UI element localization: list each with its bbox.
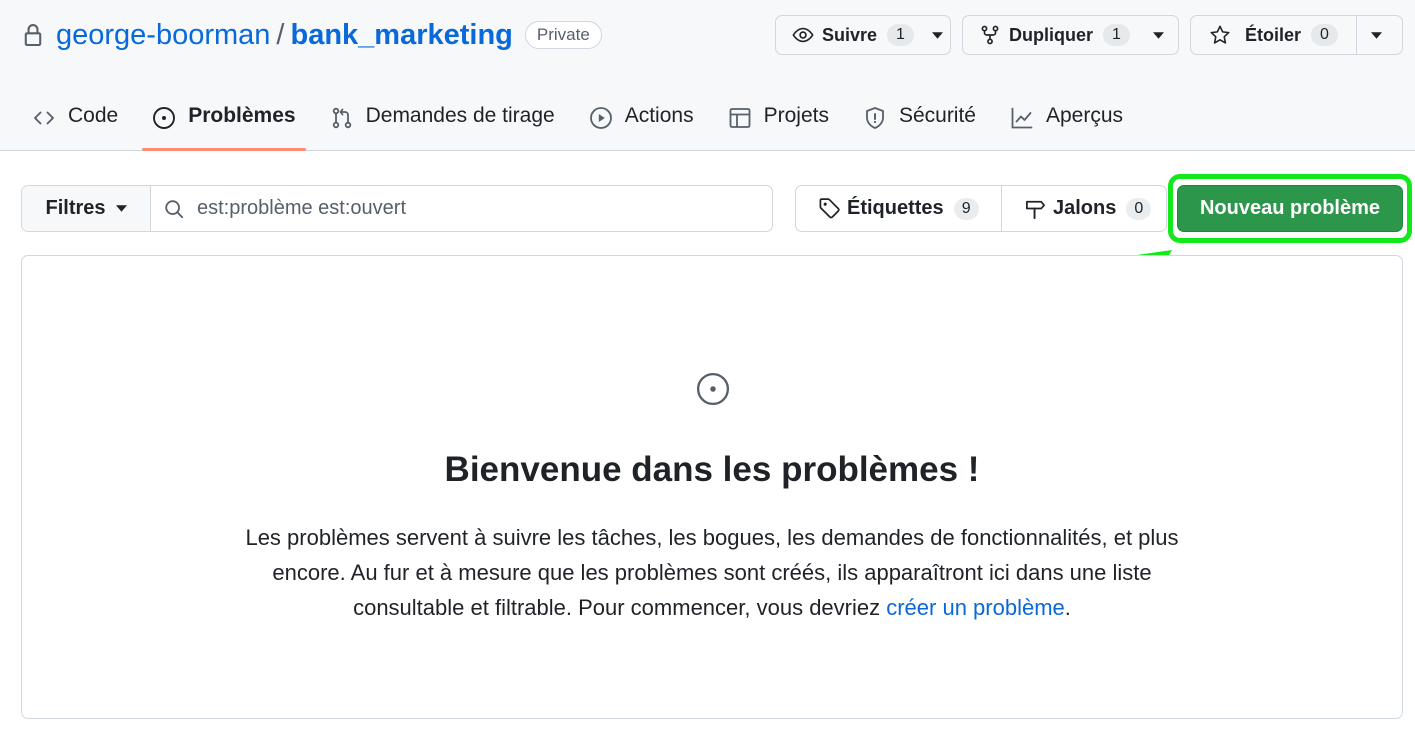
tab-issues[interactable]: Problèmes bbox=[142, 92, 306, 151]
tab-insights-label: Aperçus bbox=[1046, 104, 1124, 127]
new-issue-button[interactable]: Nouveau problème bbox=[1177, 185, 1403, 232]
tab-projects[interactable]: Projets bbox=[718, 92, 839, 150]
repo-forked-icon bbox=[981, 25, 999, 45]
table-icon bbox=[729, 108, 750, 128]
tab-code-label: Code bbox=[68, 104, 119, 127]
labels-count: 9 bbox=[953, 197, 979, 220]
visibility-badge: Private bbox=[524, 21, 602, 49]
tab-security-label: Sécurité bbox=[898, 104, 976, 127]
graph-icon bbox=[1011, 107, 1033, 129]
issue-opened-icon bbox=[696, 372, 730, 406]
tab-insights[interactable]: Aperçus bbox=[1000, 92, 1133, 150]
milestones-button[interactable]: Jalons 0 bbox=[1002, 186, 1166, 231]
create-issue-link[interactable]: créer un problème bbox=[886, 595, 1065, 620]
tab-actions[interactable]: Actions bbox=[579, 92, 704, 150]
repo-title: george-boorman / bank_marketing Private bbox=[22, 14, 602, 56]
issues-filter-bar: Filtres bbox=[21, 185, 773, 232]
filters-label: Filtres bbox=[45, 197, 106, 219]
watch-main[interactable]: Suivre 1 bbox=[776, 16, 926, 54]
star-main[interactable]: Étoiler 0 bbox=[1191, 16, 1356, 54]
chevron-down-icon bbox=[115, 205, 127, 212]
lock-icon bbox=[24, 24, 42, 46]
play-icon bbox=[589, 107, 612, 129]
search-box bbox=[151, 186, 772, 231]
fork-button[interactable]: Dupliquer 1 bbox=[962, 15, 1179, 55]
star-count: 0 bbox=[1311, 24, 1338, 46]
labels-milestones-group: Étiquettes 9 Jalons 0 bbox=[795, 185, 1167, 232]
repo-name-link[interactable]: bank_marketing bbox=[290, 19, 512, 52]
labels-label: Étiquettes bbox=[847, 197, 944, 219]
fork-count: 1 bbox=[1103, 24, 1130, 46]
blankslate-title: Bienvenue dans les problèmes ! bbox=[444, 450, 980, 489]
milestones-count: 0 bbox=[1126, 197, 1152, 220]
watch-button[interactable]: Suivre 1 bbox=[775, 15, 951, 55]
tab-projects-label: Projets bbox=[763, 104, 829, 127]
eye-icon bbox=[792, 27, 814, 43]
milestones-label: Jalons bbox=[1053, 197, 1117, 219]
repo-header: george-boorman / bank_marketing Private … bbox=[0, 0, 1415, 151]
search-icon bbox=[165, 199, 184, 218]
path-separator: / bbox=[276, 18, 285, 51]
shield-icon bbox=[866, 107, 884, 129]
tab-code[interactable]: Code bbox=[22, 92, 128, 150]
code-icon bbox=[34, 111, 54, 125]
repo-owner-link[interactable]: george-boorman bbox=[56, 19, 270, 52]
blankslate-description: Les problèmes servent à suivre les tâche… bbox=[222, 520, 1202, 625]
chevron-down-icon[interactable] bbox=[1147, 16, 1178, 54]
repo-nav-tabs: Code Problèmes Demandes de tirage Action… bbox=[22, 92, 1147, 151]
git-pull-request-icon bbox=[332, 107, 351, 129]
fork-label: Dupliquer bbox=[1009, 24, 1093, 45]
tab-security[interactable]: Sécurité bbox=[853, 92, 986, 150]
issues-blankslate: Bienvenue dans les problèmes ! Les probl… bbox=[21, 255, 1403, 719]
watch-label: Suivre bbox=[822, 24, 878, 45]
watch-count: 1 bbox=[887, 24, 914, 46]
issue-opened-icon bbox=[153, 107, 176, 129]
issues-search-input[interactable] bbox=[197, 197, 737, 220]
tab-actions-label: Actions bbox=[624, 104, 694, 127]
star-label: Étoiler bbox=[1245, 24, 1302, 45]
star-button[interactable]: Étoiler 0 bbox=[1190, 15, 1403, 55]
milestone-icon bbox=[1026, 200, 1045, 220]
tag-icon bbox=[819, 198, 840, 219]
blankslate-end: . bbox=[1064, 595, 1071, 620]
fork-main[interactable]: Dupliquer 1 bbox=[963, 16, 1142, 54]
tab-issues-label: Problèmes bbox=[188, 104, 296, 127]
tab-pull-requests-label: Demandes de tirage bbox=[365, 104, 555, 127]
chevron-down-icon[interactable] bbox=[926, 16, 957, 54]
tab-pull-requests[interactable]: Demandes de tirage bbox=[320, 92, 565, 150]
chevron-down-icon[interactable] bbox=[1356, 16, 1396, 54]
filters-button[interactable]: Filtres bbox=[22, 186, 151, 231]
labels-button[interactable]: Étiquettes 9 bbox=[796, 186, 1002, 231]
star-icon bbox=[1210, 25, 1230, 44]
